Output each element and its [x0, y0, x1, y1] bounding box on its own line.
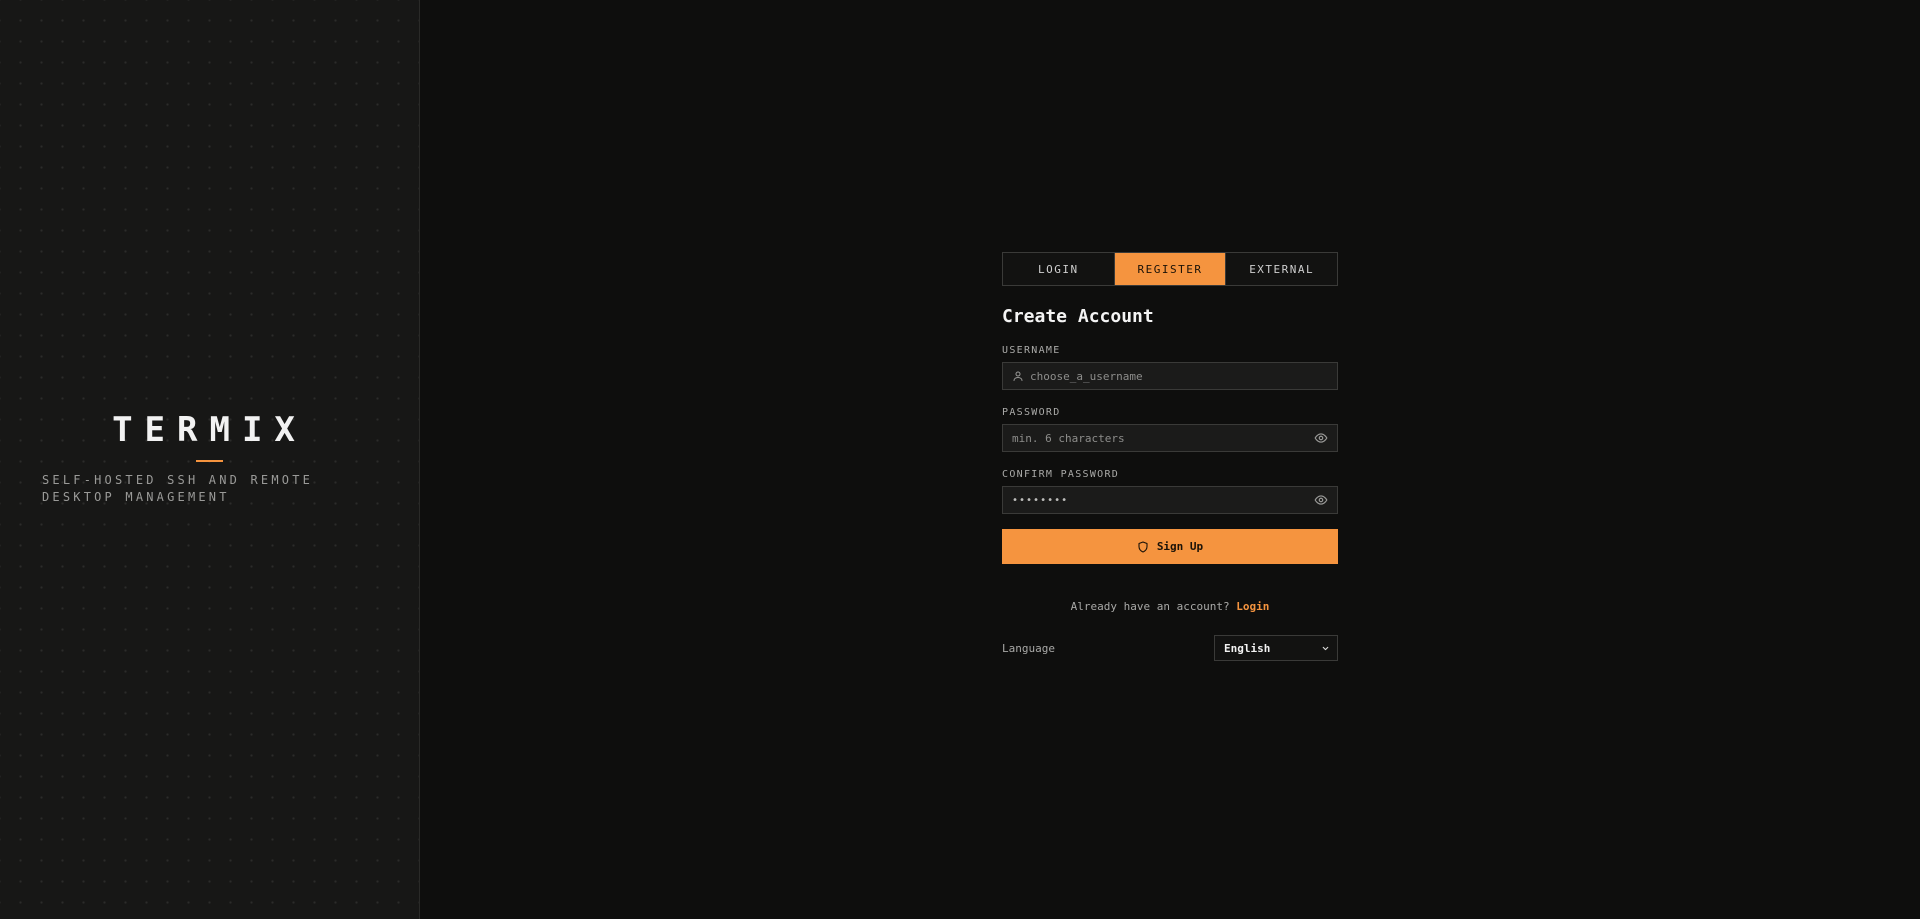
- brand-panel: TERMIX SELF-HOSTED SSH AND REMOTE DESKTO…: [0, 0, 420, 919]
- brand-tagline: SELF-HOSTED SSH AND REMOTE DESKTOP MANAG…: [42, 473, 314, 504]
- username-label: USERNAME: [1002, 345, 1061, 356]
- language-label: Language: [1002, 641, 1055, 655]
- tab-login[interactable]: LOGIN: [1003, 253, 1114, 285]
- confirm-password-value: ••••••••: [1012, 494, 1069, 506]
- shield-icon: [1138, 540, 1148, 553]
- eye-icon[interactable]: [1314, 493, 1328, 507]
- password-label: PASSWORD: [1002, 407, 1061, 418]
- sign-up-label: Sign Up: [1156, 540, 1204, 553]
- tab-register[interactable]: REGISTER: [1113, 253, 1226, 285]
- confirm-password-field[interactable]: ••••••••: [1002, 486, 1338, 514]
- user-icon: [1013, 371, 1023, 381]
- login-prompt-text: Already have an account?: [1070, 600, 1230, 613]
- login-prompt: Already have an account? Login: [1002, 600, 1338, 613]
- brand-underline: [196, 460, 223, 462]
- auth-tabs: LOGIN REGISTER EXTERNAL: [1002, 252, 1338, 286]
- username-field-wrapper: [1002, 362, 1338, 390]
- username-input[interactable]: [1024, 363, 1337, 389]
- language-row: Language English: [1002, 635, 1338, 661]
- login-link[interactable]: Login: [1236, 600, 1269, 613]
- language-value: English: [1224, 641, 1271, 655]
- eye-icon[interactable]: [1314, 431, 1328, 445]
- password-field-wrapper: [1002, 424, 1338, 452]
- brand-title: TERMIX: [112, 410, 307, 450]
- language-select[interactable]: English: [1214, 635, 1338, 661]
- auth-panel: LOGIN REGISTER EXTERNAL Create Account U…: [1002, 252, 1338, 661]
- form-heading: Create Account: [1002, 306, 1154, 327]
- confirm-password-label: CONFIRM PASSWORD: [1002, 469, 1120, 480]
- tab-external[interactable]: EXTERNAL: [1225, 253, 1338, 285]
- chevron-down-icon: [1322, 646, 1329, 650]
- sign-up-button[interactable]: Sign Up: [1002, 529, 1338, 564]
- password-input[interactable]: [1003, 425, 1314, 451]
